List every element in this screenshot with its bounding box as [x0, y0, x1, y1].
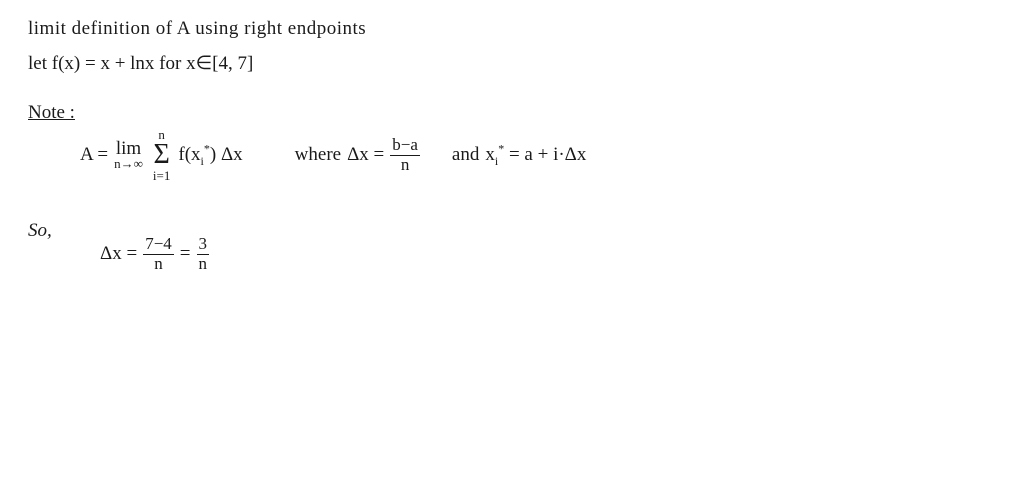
title-line: limit definition of A using right endpoi…: [28, 18, 366, 40]
xi-sup2: *: [498, 142, 504, 156]
denominator-n2: n: [197, 255, 210, 274]
let-line: let f(x) = x + lnx for x∈[4, 7]: [28, 52, 253, 75]
xi-star-def: xi* = a + i·Δx: [485, 144, 586, 166]
where-text: where: [295, 144, 341, 166]
equals-sign: =: [180, 243, 191, 265]
sigma-bottom: i=1: [153, 169, 170, 182]
so-label: So,: [28, 220, 52, 242]
fraction-3-over-n: 3 n: [197, 235, 210, 273]
limit-notation: lim n→∞: [114, 138, 143, 172]
denominator-n: n: [152, 255, 165, 274]
numerator-3: 3: [197, 235, 210, 255]
sigma-symbol: Σ: [154, 141, 170, 169]
delta-x-equals: Δx =: [347, 144, 384, 166]
delta-calculation: Δx = 7−4 n = 3 n: [100, 235, 209, 273]
fraction-7-4-over-n: 7−4 n: [143, 235, 174, 273]
fraction-denominator: n: [399, 156, 412, 175]
note-label: Note :: [28, 102, 75, 124]
fraction-numerator: b−a: [390, 136, 420, 156]
function-term: f(xi*) Δx: [178, 144, 242, 166]
summation-symbol: n Σ i=1: [153, 128, 170, 182]
fraction-ba-over-n: b−a n: [390, 136, 420, 174]
and-text: and: [452, 144, 479, 166]
numerator-7-4: 7−4: [143, 235, 174, 255]
main-formula: A = lim n→∞ n Σ i=1 f(xi*) Δx where Δx =…: [80, 128, 586, 182]
lim-subscript: n→∞: [114, 156, 143, 172]
xi-star-sup: *: [204, 142, 210, 156]
delta-x-label: Δx =: [100, 243, 137, 265]
a-equals: A =: [80, 144, 108, 166]
